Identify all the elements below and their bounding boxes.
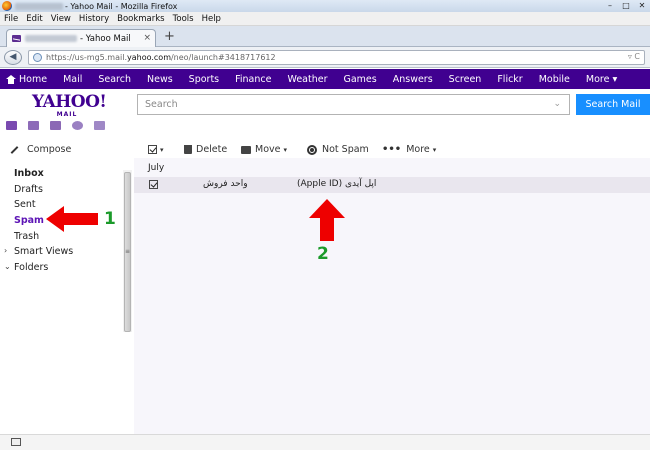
new-tab-button[interactable]: + [164, 30, 175, 43]
nav-search[interactable]: Search [98, 74, 131, 85]
nav-answers[interactable]: Answers [393, 74, 433, 85]
back-button[interactable]: ◀ [4, 50, 22, 65]
chevron-right-icon: › [4, 246, 8, 255]
maximize-button[interactable]: □ [618, 0, 634, 12]
nav-sports[interactable]: Sports [189, 74, 219, 85]
sidebar-item-trash[interactable]: Trash [14, 231, 39, 242]
status-bar [0, 434, 650, 450]
menu-edit[interactable]: Edit [26, 14, 42, 24]
sidebar-item-smart-views[interactable]: › Smart Views [4, 246, 73, 257]
search-mail-button[interactable]: Search Mail [576, 94, 650, 115]
menu-help[interactable]: Help [202, 14, 221, 24]
sidebar-item-spam[interactable]: Spam [14, 215, 44, 226]
nav-news[interactable]: News [147, 74, 173, 85]
nav-mobile[interactable]: Mobile [539, 74, 570, 85]
nav-more[interactable]: More ▾ [586, 74, 617, 85]
compose-button[interactable]: Compose [10, 141, 71, 158]
menu-bookmarks[interactable]: Bookmarks [117, 14, 165, 24]
app-switcher [6, 121, 116, 130]
close-window-button[interactable]: ✕ [634, 0, 650, 12]
window-title: - Yahoo Mail - Mozilla Firefox [65, 1, 178, 11]
redacted-email [25, 35, 77, 42]
sidebar-item-folders[interactable]: ⌄ Folders [4, 262, 48, 273]
mail-toolbar: Compose ▾ Delete Move ▾ Not Spam ••• More ▾ [0, 141, 650, 158]
checkbox-icon [148, 145, 157, 154]
search-input[interactable]: Search ⌄ [137, 94, 570, 115]
menu-tools[interactable]: Tools [173, 14, 194, 24]
yahoo-mail-favicon-icon [12, 35, 21, 42]
sidebar-item-inbox[interactable]: Inbox [14, 168, 44, 179]
yahoo-mail-logo[interactable]: YAHOO! MAIL [32, 93, 107, 118]
tab-close-icon[interactable]: × [143, 33, 151, 43]
message-list [134, 158, 650, 434]
contacts-app-icon[interactable] [28, 121, 39, 130]
nav-finance[interactable]: Finance [235, 74, 271, 85]
chevron-down-icon: ▾ [283, 145, 287, 154]
image-icon[interactable] [11, 438, 21, 446]
url-dropdown-icon[interactable]: ▿ C [628, 52, 640, 61]
menu-view[interactable]: View [51, 14, 71, 24]
navigation-bar: ◀ https://us-mg5.mail.yahoo.com/neo/laun… [0, 47, 650, 68]
nav-games[interactable]: Games [343, 74, 376, 85]
chevron-down-icon[interactable]: ⌄ [553, 99, 561, 109]
nav-screen[interactable]: Screen [449, 74, 482, 85]
calendar-app-icon[interactable] [50, 121, 61, 130]
notepad-app-icon[interactable] [94, 121, 105, 130]
annotation-arrow-left [46, 206, 98, 232]
nav-mail[interactable]: Mail [63, 74, 82, 85]
annotation-arrow-up [309, 199, 345, 241]
not-spam-icon [307, 144, 317, 155]
trash-icon [184, 145, 192, 154]
window-titlebar: - Yahoo Mail - Mozilla Firefox – □ ✕ [0, 0, 650, 12]
annotation-number-1: 1 [104, 209, 116, 229]
not-spam-button[interactable]: Not Spam [307, 141, 369, 158]
pencil-icon [10, 145, 19, 154]
nav-home[interactable]: Home [6, 74, 47, 85]
chevron-down-icon: ⌄ [4, 262, 11, 271]
messenger-app-icon[interactable] [72, 121, 83, 130]
tab-title: - Yahoo Mail [80, 33, 131, 44]
message-checkbox[interactable] [149, 180, 158, 189]
chevron-down-icon: ▾ [160, 145, 164, 154]
tab-strip: - Yahoo Mail × + [0, 26, 650, 47]
globe-icon [33, 53, 42, 62]
message-row[interactable]: واحد فروش اپل آیدی (Apple ID) [134, 177, 650, 193]
home-icon [6, 74, 16, 84]
select-all-checkbox[interactable]: ▾ [148, 141, 164, 158]
sidebar-item-drafts[interactable]: Drafts [14, 184, 43, 195]
message-subject: اپل آیدی (Apple ID) [297, 179, 377, 189]
redacted-email [15, 2, 63, 10]
more-dots-icon: ••• [382, 144, 402, 155]
message-sender: واحد فروش [203, 179, 248, 189]
search-placeholder: Search [145, 99, 178, 110]
minimize-button[interactable]: – [602, 0, 618, 12]
menu-history[interactable]: History [79, 14, 109, 24]
folder-icon [241, 145, 251, 154]
sidebar-item-sent[interactable]: Sent [14, 199, 36, 210]
nav-flickr[interactable]: Flickr [497, 74, 522, 85]
chevron-down-icon: ▾ [432, 145, 437, 154]
move-button[interactable]: Move ▾ [241, 141, 287, 158]
mail-app-icon[interactable] [6, 121, 17, 130]
browser-tab[interactable]: - Yahoo Mail × [6, 29, 156, 47]
annotation-number-2: 2 [317, 244, 329, 264]
url-text: https://us-mg5.mail.yahoo.com/neo/launch… [46, 53, 276, 62]
mail-header: YAHOO! MAIL Search ⌄ Search Mail [0, 89, 650, 141]
firefox-icon [2, 1, 12, 11]
window-controls: – □ ✕ [602, 0, 650, 12]
menu-file[interactable]: File [4, 14, 18, 24]
resize-grip-icon[interactable]: ≡ [125, 248, 130, 255]
delete-button[interactable]: Delete [184, 141, 227, 158]
nav-weather[interactable]: Weather [287, 74, 327, 85]
browser-menubar: File Edit View History Bookmarks Tools H… [0, 12, 650, 26]
date-group-header: July [148, 163, 165, 173]
more-actions-button[interactable]: ••• More ▾ [382, 141, 436, 158]
address-bar[interactable]: https://us-mg5.mail.yahoo.com/neo/launch… [28, 50, 645, 65]
yahoo-nav-bar: Home Mail Search News Sports Finance Wea… [0, 69, 650, 89]
